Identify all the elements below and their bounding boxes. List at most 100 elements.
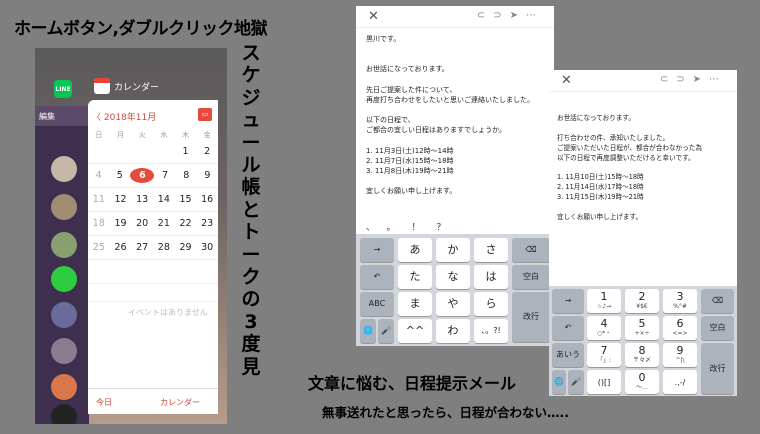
calendar-day[interactable]: 8 xyxy=(176,170,197,181)
avatar xyxy=(51,404,77,424)
calendar-day[interactable]: 9 xyxy=(197,170,218,181)
keyboard-key[interactable]: ら xyxy=(474,292,508,316)
send-icon[interactable]: ➤ xyxy=(510,10,526,21)
calendar-day[interactable]: 27 xyxy=(131,242,153,253)
keyboard-key[interactable]: や xyxy=(436,292,470,316)
number-key[interactable]: 8 〒々〆 xyxy=(625,343,659,367)
calendars-button[interactable]: カレンダー xyxy=(160,397,200,414)
calendar-day[interactable]: 1 xyxy=(175,146,197,157)
keyboard-key[interactable]: 改行 xyxy=(701,343,734,394)
mail-body-text[interactable]: 黒川です。 お世話になっております。 先日ご提案した件について、 再度打ち合わせ… xyxy=(366,34,534,196)
today-button[interactable]: 今日 xyxy=(96,397,112,414)
keyboard-key[interactable]: 改行 xyxy=(512,292,550,342)
keyboard-key[interactable]: 🎤 xyxy=(568,370,584,394)
calendar-day[interactable]: 26 xyxy=(110,242,132,253)
keyboard-key[interactable]: ⌫ xyxy=(701,289,734,313)
keyboard-key[interactable]: さ xyxy=(474,238,508,262)
calendar-day[interactable]: 13 xyxy=(131,194,153,205)
keyboard-key[interactable]: ⌫ xyxy=(512,238,550,262)
more-icon[interactable]: ⋯ xyxy=(709,74,727,85)
attach-icon[interactable]: ⊂⊃ xyxy=(477,10,510,21)
keyboard-key[interactable]: た xyxy=(398,265,432,289)
calendar-day[interactable]: 22 xyxy=(175,218,197,229)
vertical-char: ジ xyxy=(241,86,261,109)
number-key-sub: 〒々〆 xyxy=(632,357,651,364)
calendar-day[interactable]: 15 xyxy=(175,194,197,205)
mail-body-text[interactable]: お世話になっております。 打ち合わせの件、承知いたしました。 ご提案いただいた日… xyxy=(557,114,702,223)
suggestion[interactable]: ？ xyxy=(437,223,462,233)
calendar-day[interactable]: 30 xyxy=(196,242,218,253)
line-app-icon[interactable]: LINE xyxy=(54,80,72,98)
number-key[interactable]: 4 ○*・ xyxy=(587,316,621,340)
keyboard-key[interactable]: → xyxy=(360,238,394,262)
number-key[interactable]: 2 ¥$€ xyxy=(625,289,659,313)
number-key[interactable]: ()[] xyxy=(587,370,621,394)
calendar-day[interactable]: 23 xyxy=(196,218,218,229)
keyboard-key[interactable]: ^^ xyxy=(398,319,432,343)
punctuation-suggestions: 、。！？ xyxy=(356,216,554,236)
calendar-day[interactable]: 18 xyxy=(88,218,110,229)
number-key-sub: %°# xyxy=(673,303,687,310)
suggestion[interactable]: 、 xyxy=(366,223,387,233)
calendar-day[interactable]: 25 xyxy=(88,242,110,253)
number-key[interactable]: 1 ☆♪→ xyxy=(587,289,621,313)
number-key-sub: +×÷ xyxy=(634,330,650,337)
keyboard-key[interactable]: な xyxy=(436,265,470,289)
calendar-day[interactable]: 14 xyxy=(153,194,175,205)
calendar-day[interactable]: 11 xyxy=(88,194,110,205)
number-key[interactable]: 7 「」: xyxy=(587,343,621,367)
calendar-day[interactable]: 19 xyxy=(110,218,132,229)
keyboard-key[interactable]: 空白 xyxy=(701,316,734,340)
number-key[interactable]: .,-/ xyxy=(663,370,697,394)
close-icon[interactable]: ✕ xyxy=(368,9,379,24)
keyboard-key[interactable]: 🎤 xyxy=(378,319,394,343)
calendar-day[interactable]: 20 xyxy=(131,218,153,229)
more-icon[interactable]: ⋯ xyxy=(526,10,544,21)
calendar-week-row: 11 12 13 14 15 16 xyxy=(88,188,218,212)
attach-icon[interactable]: ⊂⊃ xyxy=(660,74,693,85)
keyboard-key[interactable]: 🌐 xyxy=(552,370,566,394)
avatar xyxy=(51,338,77,364)
keyboard-key[interactable]: か xyxy=(436,238,470,262)
keyboard-key[interactable]: ↶ xyxy=(360,265,394,289)
calendar-app-name: カレンダー xyxy=(114,83,160,93)
calendar-week-row: 25 26 27 28 29 30 xyxy=(88,236,218,260)
keyboard-key[interactable]: ↶ xyxy=(552,316,584,340)
calendar-day[interactable]: 5 xyxy=(109,170,130,181)
calendar-card[interactable]: 〈 2018年11月 ▭ 日 月 火 水 木 金 1 2 4 5 6 7 8 9 11 12 13 1… xyxy=(88,100,218,414)
keyboard-key[interactable]: わ xyxy=(436,319,470,343)
number-key[interactable]: 5 +×÷ xyxy=(625,316,659,340)
calendar-app-icon[interactable] xyxy=(94,78,110,94)
line-app-card[interactable]: 編集 xyxy=(35,106,89,424)
keyboard-key[interactable]: ABC xyxy=(360,292,394,316)
vertical-char: ー xyxy=(241,243,261,266)
calendar-day[interactable]: 12 xyxy=(110,194,132,205)
keyboard-key[interactable]: あいう xyxy=(552,343,584,367)
number-key[interactable]: 3 %°# xyxy=(663,289,697,313)
calendar-day[interactable]: 28 xyxy=(153,242,175,253)
keyboard-key[interactable]: 🌐 xyxy=(360,319,376,343)
inbox-icon[interactable]: ▭ xyxy=(198,108,212,121)
keyboard-key[interactable]: あ xyxy=(398,238,432,262)
keyboard-key[interactable]: は xyxy=(474,265,508,289)
calendar-day[interactable]: 29 xyxy=(175,242,197,253)
number-key[interactable]: 9 ^|\ xyxy=(663,343,697,367)
vertical-char: ュ xyxy=(241,109,261,132)
number-key[interactable]: 6 <=> xyxy=(663,316,697,340)
keyboard-key[interactable]: ま xyxy=(398,292,432,316)
suggestion[interactable]: 。 xyxy=(387,223,412,233)
month-back-button[interactable]: 〈 2018年11月 xyxy=(92,110,156,123)
keyboard-key[interactable]: → xyxy=(552,289,584,313)
calendar-day[interactable]: 16 xyxy=(196,194,218,205)
number-key[interactable]: 0 〜… xyxy=(625,370,659,394)
keyboard-key[interactable]: 空白 xyxy=(512,265,550,289)
calendar-day[interactable]: 2 xyxy=(196,146,218,157)
calendar-day[interactable]: 7 xyxy=(154,170,175,181)
close-icon[interactable]: ✕ xyxy=(561,73,572,88)
send-icon[interactable]: ➤ xyxy=(693,74,709,85)
calendar-day[interactable]: 6 xyxy=(130,168,155,183)
calendar-day[interactable]: 21 xyxy=(153,218,175,229)
suggestion[interactable]: ！ xyxy=(412,223,437,233)
calendar-day[interactable]: 4 xyxy=(88,170,109,181)
keyboard-key[interactable]: 、。?! xyxy=(474,319,508,343)
